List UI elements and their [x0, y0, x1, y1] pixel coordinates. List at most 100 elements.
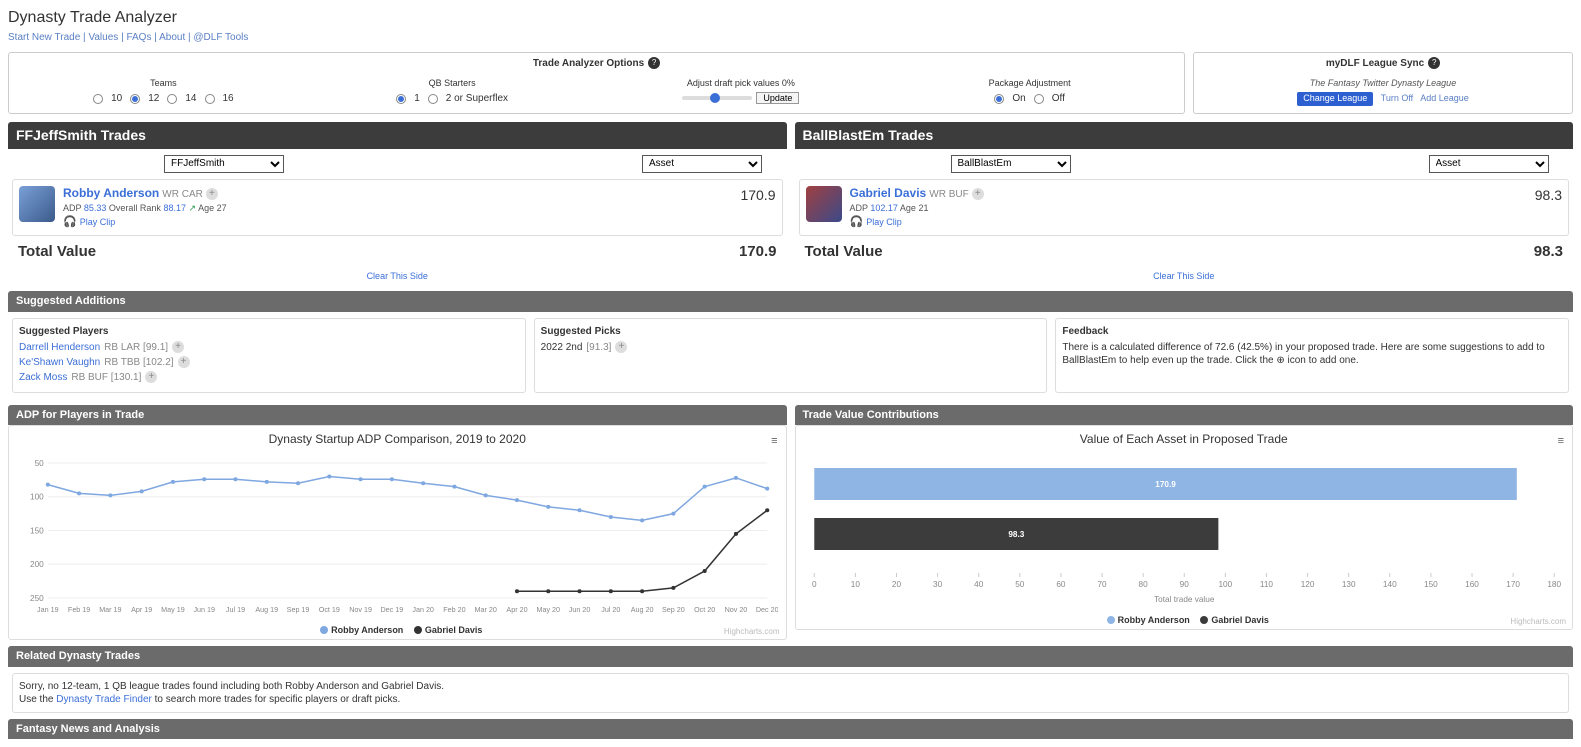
svg-text:Jul 20: Jul 20: [601, 606, 620, 614]
svg-text:Oct 19: Oct 19: [319, 606, 340, 614]
svg-text:150: 150: [1424, 580, 1438, 589]
play-clip-link[interactable]: Play Clip: [866, 217, 902, 227]
svg-text:Apr 19: Apr 19: [131, 606, 152, 614]
svg-text:180: 180: [1547, 580, 1561, 589]
svg-text:120: 120: [1300, 580, 1314, 589]
slider[interactable]: [682, 96, 752, 100]
player-name-link[interactable]: Robby Anderson: [63, 186, 159, 200]
asset-b-select[interactable]: Asset: [1429, 155, 1549, 173]
add-icon[interactable]: +: [172, 341, 184, 353]
teams-radio-12[interactable]: [130, 94, 140, 104]
player-pos: WR CAR: [162, 189, 203, 200]
player-pos: WR BUF: [929, 189, 968, 200]
nav-values[interactable]: Values: [88, 32, 118, 43]
teams-radio-10[interactable]: [93, 94, 103, 104]
svg-text:Mar 19: Mar 19: [99, 606, 121, 614]
svg-text:Jul 19: Jul 19: [226, 606, 245, 614]
side-a-header: FFJeffSmith Trades: [8, 122, 787, 148]
team-b-select[interactable]: BallBlastEm: [951, 155, 1071, 173]
svg-text:Total trade value: Total trade value: [1154, 595, 1215, 604]
total-value: 170.9: [739, 242, 777, 262]
related-header: Related Dynasty Trades: [8, 646, 1573, 666]
player-name-link[interactable]: Gabriel Davis: [850, 186, 927, 200]
breadcrumb: Start New Trade | Values | FAQs | About …: [8, 31, 1573, 44]
svg-text:160: 160: [1465, 580, 1479, 589]
avatar: [806, 186, 842, 222]
svg-text:50: 50: [1015, 580, 1025, 589]
svg-text:70: 70: [1097, 580, 1107, 589]
pkg-radio-on[interactable]: [994, 94, 1004, 104]
headphone-icon: 🎧: [850, 216, 864, 228]
pkg-radio-off[interactable]: [1034, 94, 1044, 104]
league-name: The Fantasy Twitter Dynasty League: [1200, 78, 1566, 90]
nav-faqs[interactable]: FAQs: [126, 32, 151, 43]
change-league-button[interactable]: Change League: [1297, 92, 1373, 106]
menu-icon[interactable]: ≡: [771, 434, 777, 448]
svg-text:20: 20: [891, 580, 901, 589]
svg-text:170: 170: [1506, 580, 1520, 589]
asset-a-select[interactable]: Asset: [642, 155, 762, 173]
add-icon[interactable]: +: [972, 188, 984, 200]
svg-text:Jan 19: Jan 19: [37, 606, 59, 614]
turn-off-link[interactable]: Turn Off: [1381, 93, 1414, 103]
teams-label: Teams: [19, 78, 308, 90]
qb-radio-2[interactable]: [428, 94, 438, 104]
svg-text:98.3: 98.3: [1008, 530, 1024, 539]
clear-side-a-link[interactable]: Clear This Side: [367, 271, 428, 281]
svg-text:50: 50: [35, 459, 45, 468]
sug-players-h: Suggested Players: [19, 325, 519, 338]
adp-chart-title: Dynasty Startup ADP Comparison, 2019 to …: [9, 426, 786, 454]
teams-radio-16[interactable]: [205, 94, 215, 104]
trade-finder-link[interactable]: Dynasty Trade Finder: [56, 694, 152, 705]
add-icon[interactable]: +: [206, 188, 218, 200]
svg-text:140: 140: [1382, 580, 1396, 589]
add-icon[interactable]: +: [145, 371, 157, 383]
svg-text:60: 60: [1056, 580, 1066, 589]
update-button[interactable]: Update: [756, 92, 799, 104]
player-card: Gabriel Davis WR BUF + ADP 102.17 Age 21…: [799, 179, 1570, 237]
svg-text:Jun 19: Jun 19: [193, 606, 215, 614]
sug-player-link[interactable]: Ke'Shawn Vaughn: [19, 356, 100, 369]
qb-radio-1[interactable]: [396, 94, 406, 104]
svg-text:110: 110: [1259, 580, 1273, 589]
player-value: 170.9: [740, 186, 775, 204]
total-label: Total Value: [18, 242, 96, 262]
teams-radio-14[interactable]: [167, 94, 177, 104]
trend-up-icon: ↗: [189, 203, 197, 213]
add-league-link[interactable]: Add League: [1420, 93, 1469, 103]
svg-text:90: 90: [1179, 580, 1189, 589]
svg-text:0: 0: [811, 580, 816, 589]
svg-text:Nov 19: Nov 19: [349, 606, 372, 614]
team-a-select[interactable]: FFJeffSmith: [164, 155, 284, 173]
nav-about[interactable]: About: [159, 32, 185, 43]
sug-player-link[interactable]: Darrell Henderson: [19, 341, 100, 354]
play-clip-link[interactable]: Play Clip: [80, 217, 116, 227]
svg-text:Aug 20: Aug 20: [631, 606, 654, 614]
player-card: Robby Anderson WR CAR + ADP 85.33 Overal…: [12, 179, 783, 237]
nav-dlf[interactable]: @DLF Tools: [193, 32, 248, 43]
sug-picks-h: Suggested Picks: [541, 325, 1041, 338]
player-value: 98.3: [1535, 186, 1562, 204]
help-icon[interactable]: ?: [648, 57, 660, 69]
clear-side-b-link[interactable]: Clear This Side: [1153, 271, 1214, 281]
svg-text:May 20: May 20: [537, 606, 561, 614]
svg-text:150: 150: [30, 526, 44, 535]
add-icon[interactable]: +: [178, 356, 190, 368]
svg-text:30: 30: [933, 580, 943, 589]
svg-text:Jan 20: Jan 20: [412, 606, 434, 614]
help-icon[interactable]: ?: [1428, 57, 1440, 69]
nav-start[interactable]: Start New Trade: [8, 32, 80, 43]
svg-text:Nov 20: Nov 20: [725, 606, 748, 614]
news-header: Fantasy News and Analysis: [8, 719, 1573, 739]
page-title: Dynasty Trade Analyzer: [8, 8, 1573, 29]
add-icon[interactable]: +: [615, 341, 627, 353]
pkg-label: Package Adjustment: [885, 78, 1174, 90]
svg-text:10: 10: [850, 580, 860, 589]
menu-icon[interactable]: ≡: [1558, 434, 1564, 448]
adp-chart: ≡ Dynasty Startup ADP Comparison, 2019 t…: [8, 425, 787, 640]
svg-text:Sep 20: Sep 20: [662, 606, 685, 614]
sug-player-link[interactable]: Zack Moss: [19, 371, 67, 384]
svg-text:100: 100: [30, 492, 44, 501]
svg-text:40: 40: [974, 580, 984, 589]
svg-text:Feb 20: Feb 20: [443, 606, 465, 614]
